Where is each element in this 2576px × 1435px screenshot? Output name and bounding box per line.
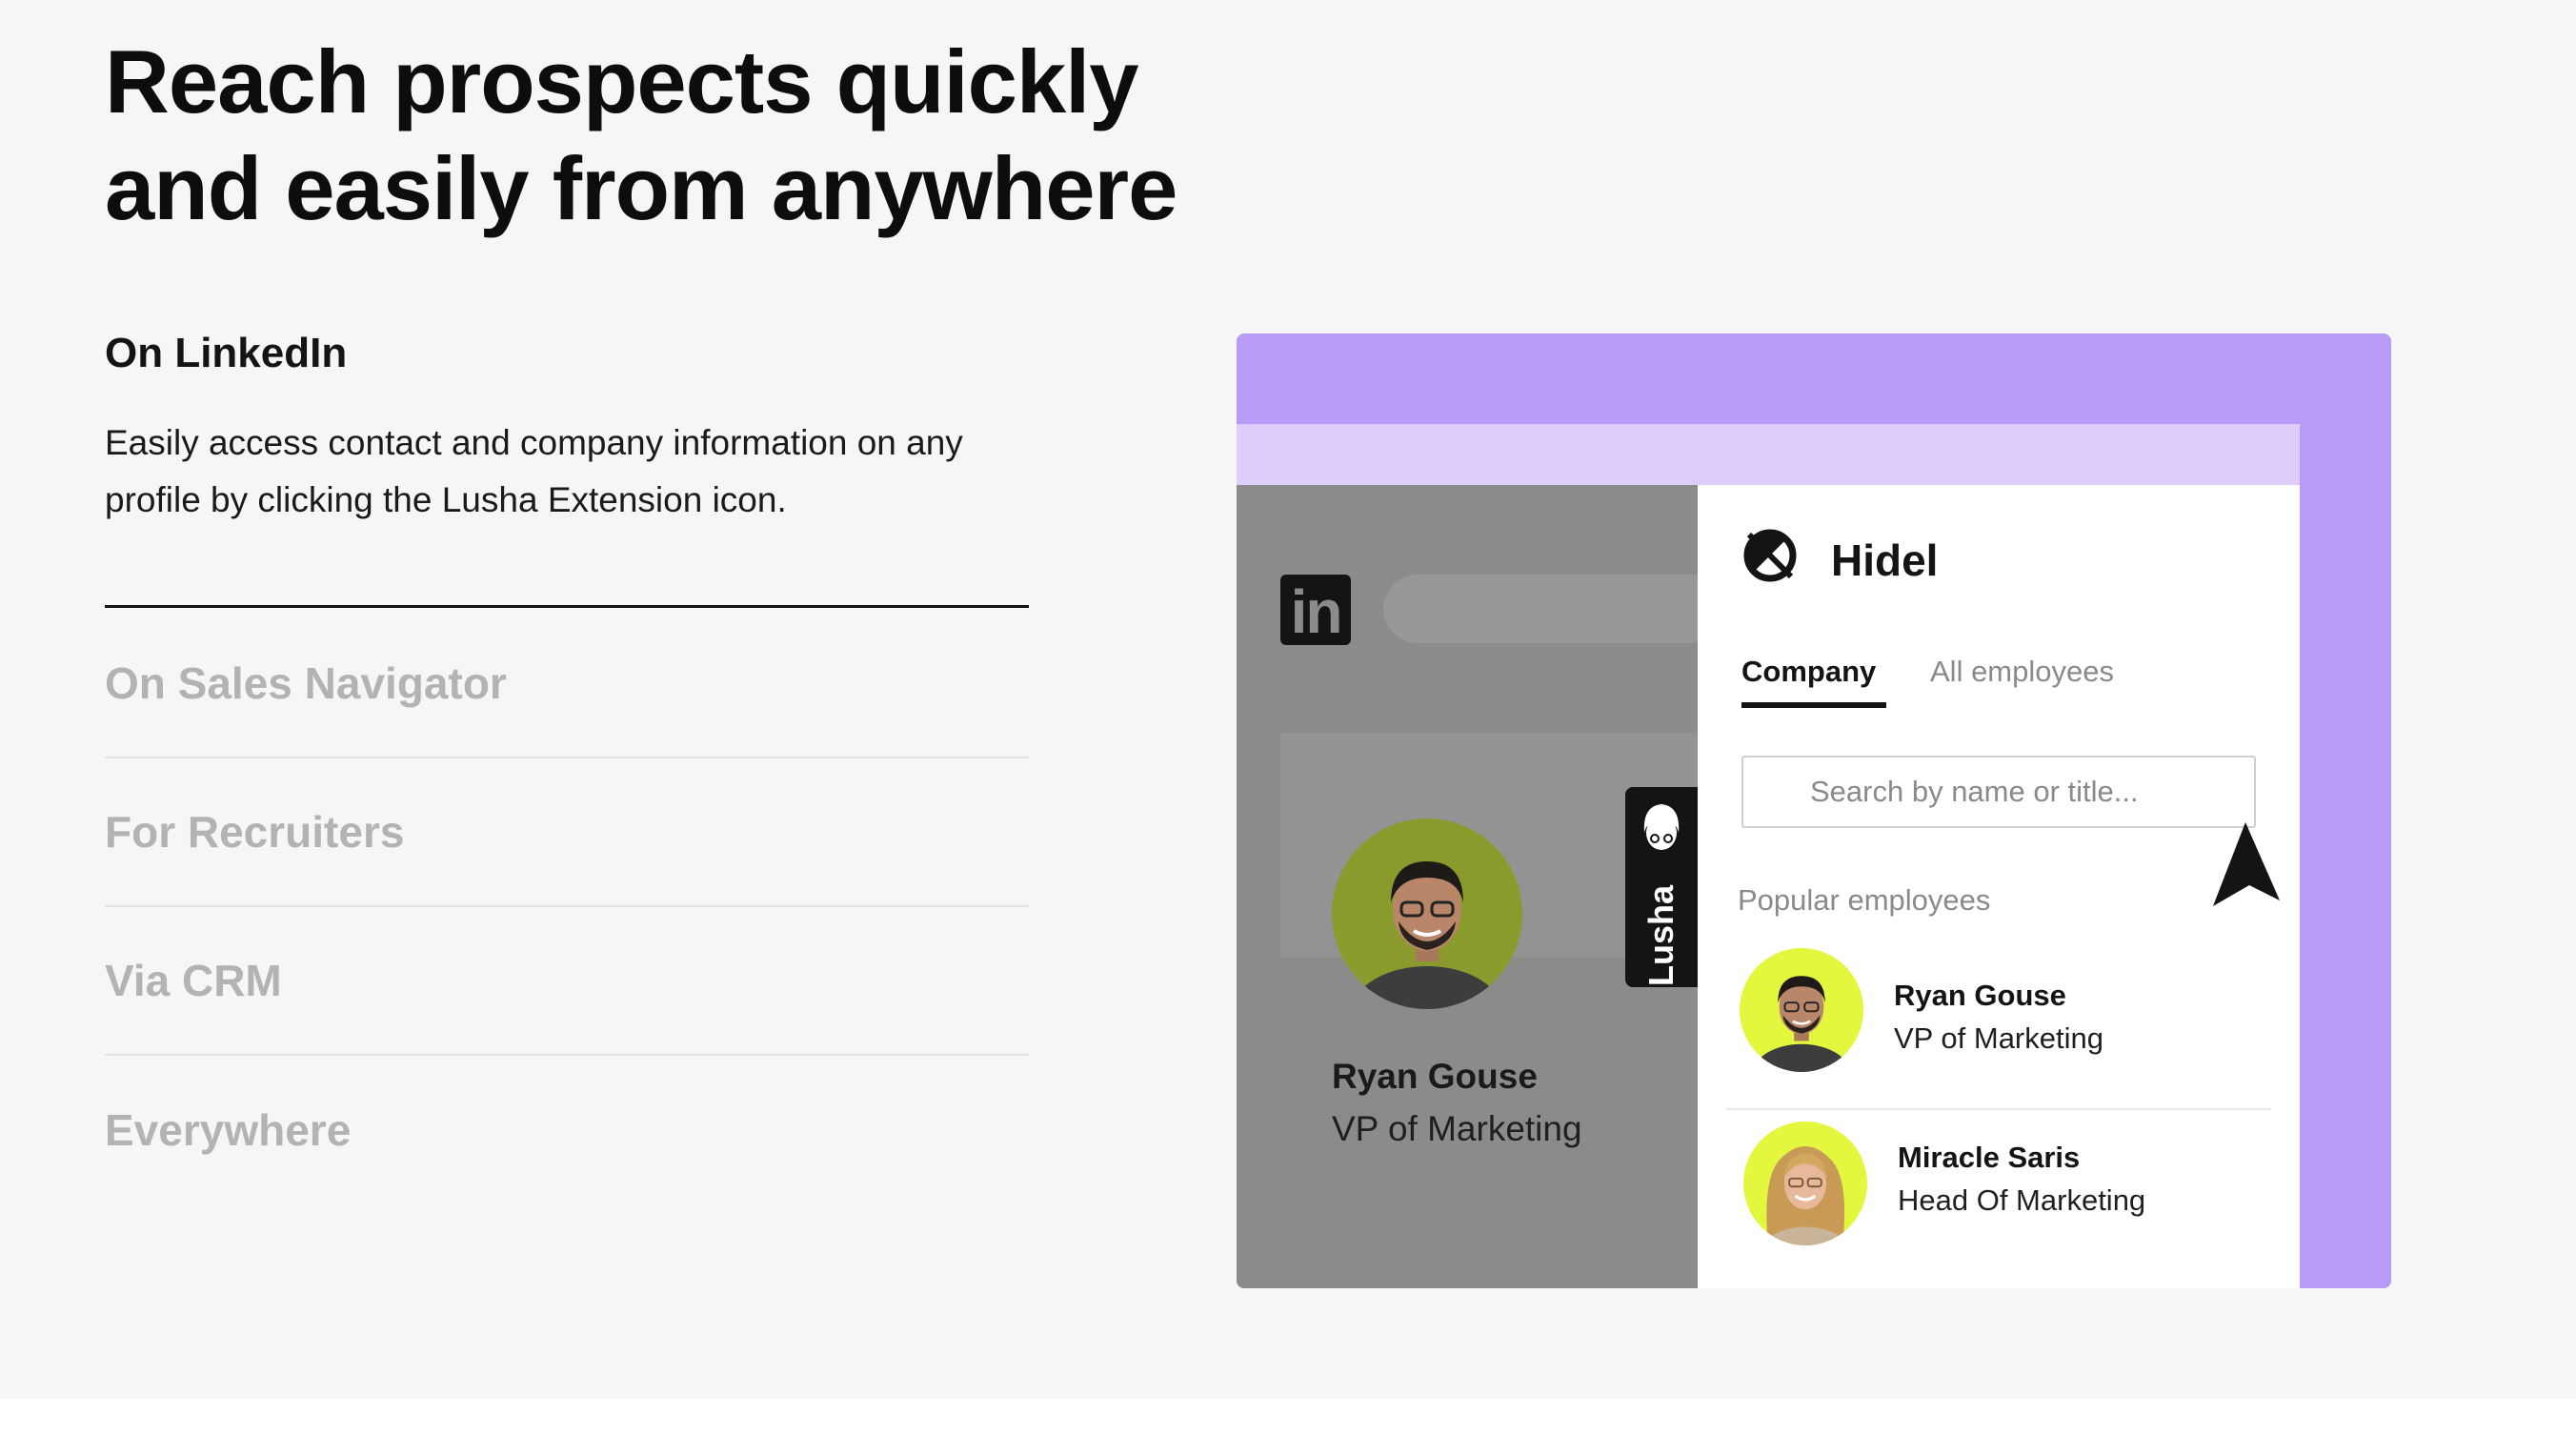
- headline-line-2: and easily from anywhere: [105, 138, 1177, 238]
- linkedin-profile-role: VP of Marketing: [1332, 1109, 1582, 1148]
- linkedin-search-bar: [1383, 575, 1726, 643]
- employee-name: Ryan Gouse: [1894, 979, 2066, 1012]
- lusha-face-icon: [1643, 804, 1680, 850]
- feature-item-sales-navigator[interactable]: On Sales Navigator: [105, 610, 1029, 758]
- company-name: Hidel: [1831, 536, 1939, 585]
- active-feature-divider: [105, 605, 1029, 608]
- tab-all-employees[interactable]: All employees: [1930, 655, 2114, 689]
- headline-line-1: Reach prospects quickly: [105, 31, 1139, 131]
- features-section: Reach prospects quickly and easily from …: [0, 0, 2576, 1399]
- popular-employees-label: Popular employees: [1738, 883, 1991, 917]
- feature-item-everywhere[interactable]: Everywhere: [105, 1056, 1029, 1204]
- employee-avatar: [1740, 948, 1863, 1072]
- feature-item-recruiters[interactable]: For Recruiters: [105, 758, 1029, 907]
- lusha-tab-label: Lusha: [1641, 884, 1680, 986]
- linkedin-profile-name: Ryan Gouse: [1332, 1057, 1538, 1096]
- linkedin-profile-avatar: [1332, 819, 1522, 1009]
- employee-role: Head Of Marketing: [1898, 1183, 2146, 1217]
- linkedin-logo-icon: in: [1280, 575, 1351, 646]
- employee-row[interactable]: Miracle Saris Head Of Marketing: [1726, 1112, 2271, 1288]
- headline: Reach prospects quickly and easily from …: [105, 29, 1248, 242]
- active-feature-description: Easily access contact and company inform…: [105, 423, 963, 519]
- tab-company[interactable]: Company: [1741, 655, 1886, 708]
- mouse-cursor-icon: [2213, 822, 2280, 906]
- employee-name: Miracle Saris: [1898, 1141, 2081, 1174]
- active-feature-title[interactable]: On LinkedIn: [105, 330, 347, 377]
- employee-row[interactable]: Ryan Gouse VP of Marketing: [1726, 931, 2271, 1110]
- lusha-extension-tab[interactable]: Lusha: [1625, 787, 1698, 987]
- linkedin-profile-page: in Ryan Gouse VP of Marketing Lusha: [1237, 485, 1726, 1288]
- browser-toolbar: [1237, 424, 2300, 485]
- employee-role: VP of Marketing: [1894, 1021, 2103, 1055]
- employee-avatar: [1743, 1122, 1867, 1245]
- employee-search-input[interactable]: [1741, 756, 2256, 828]
- company-logo-icon: [1743, 529, 1797, 582]
- extension-illustration: in Ryan Gouse VP of Marketing Lusha Hide…: [1237, 333, 2391, 1288]
- lusha-company-panel: Hidel Company All employees Popular empl…: [1698, 485, 2300, 1288]
- feature-list: On Sales Navigator For Recruiters Via CR…: [105, 610, 1029, 1204]
- feature-item-crm[interactable]: Via CRM: [105, 907, 1029, 1056]
